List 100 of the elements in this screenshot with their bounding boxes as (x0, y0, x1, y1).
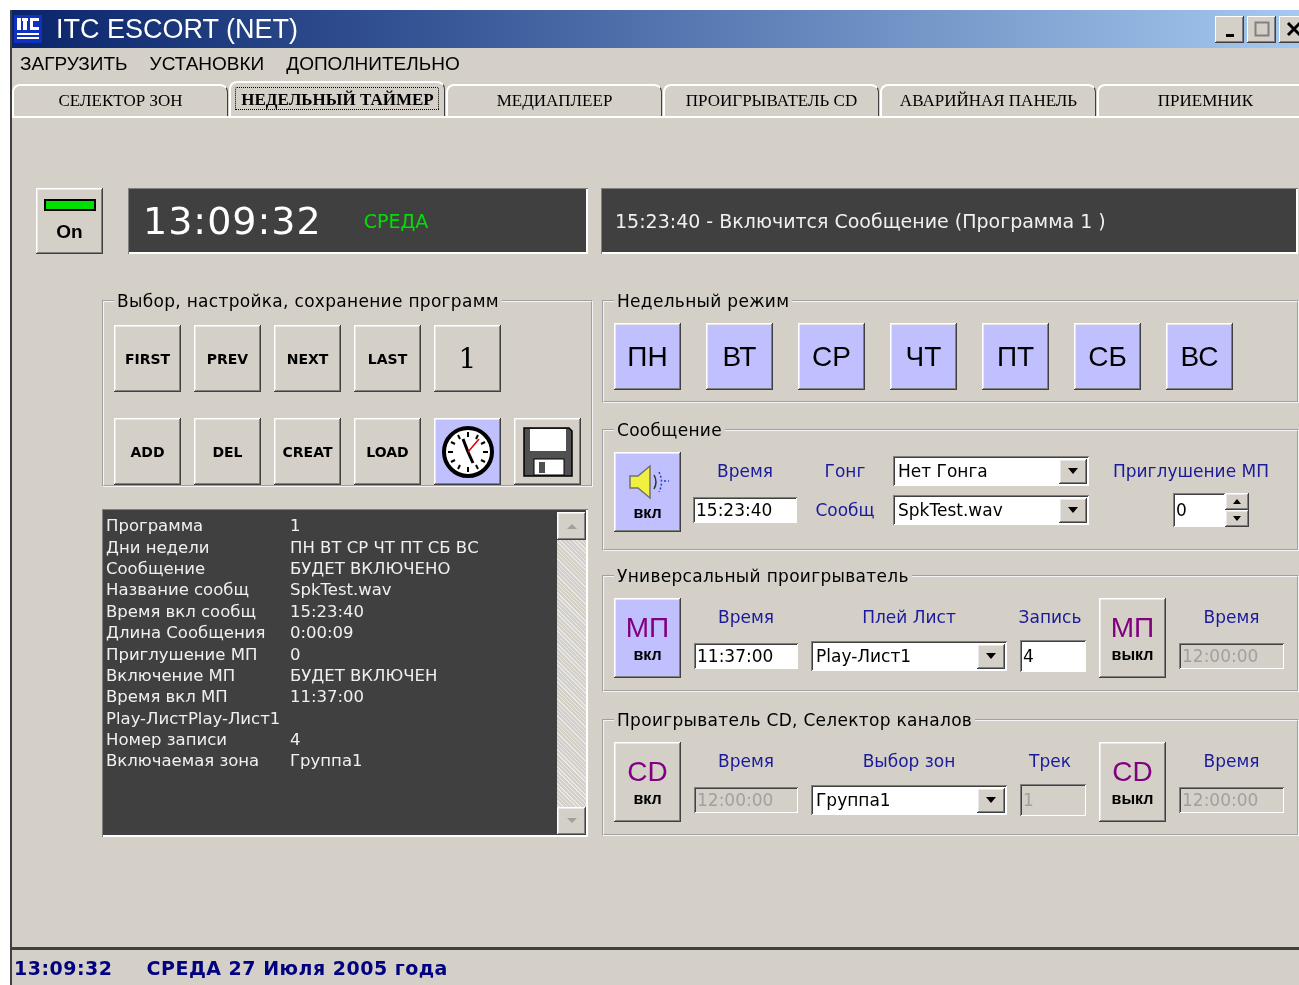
day-toggle-button[interactable]: ПН (614, 323, 681, 390)
info-label: Номер записи (106, 730, 228, 750)
info-value: 0 (290, 644, 301, 664)
day-toggle-button[interactable]: ПТ (982, 323, 1049, 390)
down-arrow-icon (565, 817, 578, 825)
tab[interactable]: АВАРИЙНАЯ ПАНЕЛЬ (880, 84, 1096, 116)
day-toggle-button[interactable]: СР (798, 323, 865, 390)
field-label: Трек (1028, 751, 1072, 771)
clock-icon (440, 424, 495, 479)
info-label: Приглушение МП (106, 644, 259, 664)
minimize-button[interactable] (1215, 15, 1244, 43)
nav-button[interactable]: PREV (194, 325, 261, 392)
message-on-button[interactable]: вкл (614, 452, 681, 532)
field-label: Плей Лист (861, 607, 957, 627)
info-label: Время вкл МП (106, 687, 229, 707)
input-field[interactable]: 11:37:00 (694, 643, 798, 669)
info-value: 11:37:00 (290, 687, 365, 707)
tab[interactable]: МЕДИАПЛЕЕР (446, 84, 662, 116)
field-label: Время (1202, 751, 1261, 771)
scroll-up-button[interactable] (557, 512, 586, 540)
info-value: SpkTest.wav (290, 580, 392, 600)
start-button[interactable]: CD вкл (614, 742, 681, 822)
info-label: Название сообщ (106, 580, 250, 600)
field-label: Сообщ (814, 500, 876, 520)
info-label: Play-ЛистPlay-Лист1 (106, 708, 281, 728)
minimize-icon (1225, 33, 1234, 37)
field-label: Приглушение МП (1112, 461, 1270, 481)
action-button[interactable]: DEL (194, 418, 261, 485)
dropdown[interactable]: Группа1 (811, 785, 1007, 815)
info-value: ПН ВТ СР ЧТ ПТ СБ ВС (290, 537, 479, 557)
action-button[interactable]: ADD (114, 418, 181, 485)
app-logo-icon (14, 15, 42, 43)
menu-item[interactable]: ДОПОЛНИТЕЛЬНО (286, 53, 460, 75)
event-text: 15:23:40 - Включится Сообщение (Программа 1 ) (615, 210, 1106, 232)
maximize-icon (1253, 21, 1270, 37)
info-value: 15:23:40 (290, 601, 365, 621)
action-button[interactable]: CREAT (274, 418, 341, 485)
group-title: Универсальный проигрыватель (616, 566, 910, 586)
save-button[interactable] (514, 418, 581, 485)
day-toggle-button[interactable]: ЧТ (890, 323, 957, 390)
nav-button[interactable]: LAST (354, 325, 421, 392)
caret-icon (985, 796, 997, 804)
tab[interactable]: СЕЛЕКТОР ЗОН (12, 84, 228, 116)
info-value: Группа1 (290, 751, 363, 771)
field-label: Время (1202, 607, 1261, 627)
start-button[interactable]: МП вкл (614, 598, 681, 678)
timer-button[interactable] (434, 418, 501, 485)
up-arrow-icon (565, 522, 578, 530)
info-value: БУДЕТ ВКЛЮЧЕН (290, 665, 438, 685)
window-title: ITC ESCORT (NET) (56, 13, 298, 45)
stop-button[interactable]: МП выкл (1099, 598, 1166, 678)
tab[interactable]: ПРОИГРЫВАТЕЛЬ CD (663, 84, 879, 116)
close-icon (1285, 21, 1299, 37)
scrollbar[interactable] (557, 512, 586, 835)
input-field[interactable]: 15:23:40 (693, 497, 797, 523)
day-toggle-button[interactable]: СБ (1074, 323, 1141, 390)
group-title: Выбор, настройка, сохранение программ (116, 291, 500, 311)
dropdown[interactable]: Нет Гонга (893, 456, 1089, 486)
spin-up-button[interactable] (1225, 493, 1249, 510)
action-button[interactable]: LOAD (354, 418, 421, 485)
menu-item[interactable]: ЗАГРУЗИТЬ (20, 53, 128, 75)
dropdown[interactable]: Play-Лист1 (811, 641, 1007, 671)
caret-icon (1067, 506, 1079, 514)
day-toggle-button[interactable]: ВС (1166, 323, 1233, 390)
input-field[interactable]: 4 (1020, 640, 1086, 672)
clock-day: СРЕДА (363, 210, 429, 232)
field-label: Выбор зон (861, 751, 957, 771)
status-date: СРЕДА 27 Июля 2005 года (146, 956, 448, 979)
info-label: Дни недели (106, 537, 211, 557)
field-label: Время (717, 751, 775, 771)
close-button[interactable] (1279, 15, 1299, 43)
group-title: Проигрыватель CD, Селектор каналов (616, 710, 974, 730)
program-number-button[interactable]: 1 (434, 325, 501, 392)
info-label: Длина Сообщения (106, 623, 267, 643)
info-label: Включение МП (106, 665, 237, 685)
info-value: 4 (290, 730, 301, 750)
field-label: Время (716, 461, 774, 481)
info-label: Время вкл сообщ (106, 601, 258, 621)
field-label: Запись (1017, 607, 1083, 627)
nav-button[interactable]: NEXT (274, 325, 341, 392)
power-button[interactable]: On (36, 188, 103, 254)
menu-item[interactable]: УСТАНОВКИ (149, 53, 265, 75)
field-label: Гонг (823, 461, 867, 481)
clock-time: 13:09:32 (143, 199, 322, 243)
input-field[interactable]: 0 (1173, 493, 1225, 527)
caret-icon (985, 652, 997, 660)
dropdown[interactable]: SpkTest.wav (893, 495, 1089, 525)
group-title: Сообщение (616, 420, 723, 440)
maximize-button[interactable] (1247, 15, 1276, 43)
day-toggle-button[interactable]: ВТ (706, 323, 773, 390)
tab[interactable]: НЕДЕЛЬНЫЙ ТАЙМЕР (229, 81, 445, 116)
down-arrow-icon (1233, 516, 1241, 521)
spin-down-button[interactable] (1225, 510, 1249, 527)
nav-button[interactable]: FIRST (114, 325, 181, 392)
info-label: Программа (106, 516, 205, 536)
info-label: Включаемая зона (106, 751, 261, 771)
tab[interactable]: ПРИЕМНИК (1097, 84, 1299, 116)
stop-button[interactable]: CD выкл (1099, 742, 1166, 822)
scroll-down-button[interactable] (557, 807, 586, 835)
group-title: Недельный режим (616, 291, 791, 311)
